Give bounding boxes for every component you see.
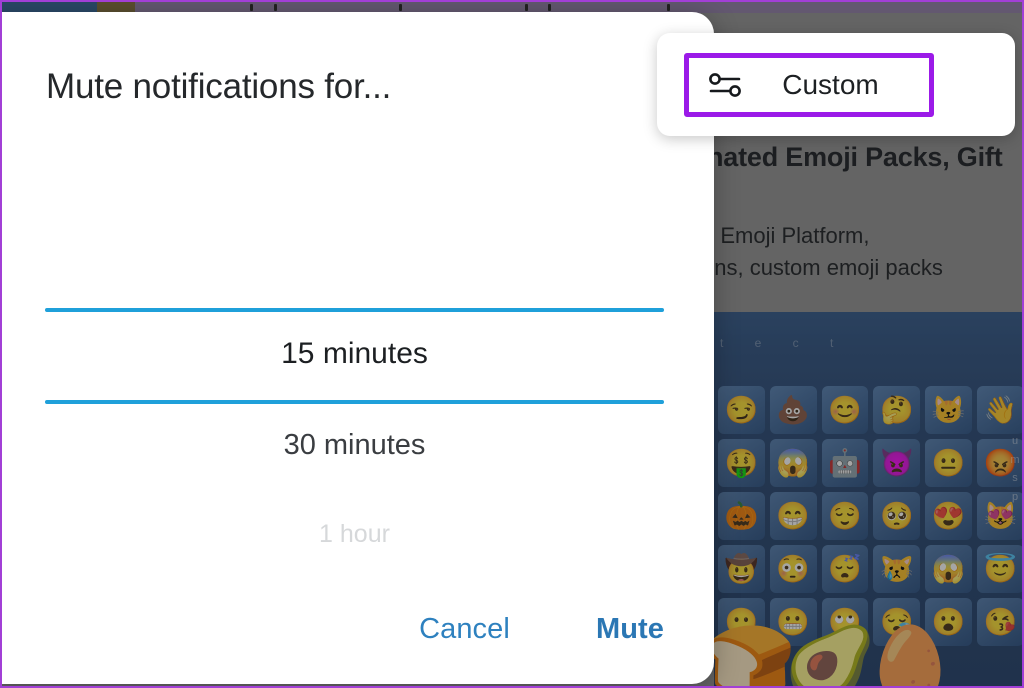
duration-option-selected[interactable]: 15 minutes [45,337,664,371]
dialog-title: Mute notifications for... [46,67,392,106]
mute-button[interactable]: Mute [594,609,666,650]
top-bar-tick [250,4,253,11]
top-bar-tick [399,4,402,11]
article-subtext: n Emoji Platform, ons, custom emoji pack… [702,220,1022,284]
emoji-tile: 😌 [821,492,869,540]
picker-selection-rule-bottom [45,400,664,404]
emoji-tile: 👋 [977,386,1022,434]
duration-option-next[interactable]: 30 minutes [45,429,664,462]
screen: nated Emoji Packs, Gift n Emoji Platform… [0,0,1024,688]
article-subtext-line-2: ons, custom emoji packs [702,254,943,280]
top-bar-tick [667,4,670,11]
promo-side-text: u m s p [1010,435,1020,504]
top-bar-tick [548,4,551,11]
promo-faint-text: t e c t [720,336,848,350]
emoji-tile: 🤠 [718,545,765,593]
emoji-tile: 😼 [925,386,973,434]
emoji-tile: 🤔 [873,386,921,434]
emoji-tile: 🤑 [718,439,765,487]
overflow-popup-menu: Custom [657,33,1015,136]
emoji-tile: 😿 [873,545,921,593]
emoji-tile: 😘 [977,598,1022,646]
menu-item-custom[interactable]: Custom [684,53,934,117]
menu-item-custom-label: Custom [782,69,879,100]
emoji-tile: 👿 [873,439,921,487]
emoji-tile: 😐 [925,439,973,487]
duration-option-faded[interactable]: 1 hour [45,520,664,549]
emoji-tile: 🥺 [873,492,921,540]
top-bar-tick [274,4,277,11]
emoji-tile: 😍 [925,492,973,540]
promo-mascot-characters: 🍞🥑🥚 [714,623,956,687]
tune-icon [709,73,741,97]
emoji-tile: 😇 [977,545,1022,593]
emoji-tile: 😴 [821,545,869,593]
emoji-tile: 🤖 [821,439,869,487]
article-subtext-line-1: n Emoji Platform, [702,223,870,248]
picker-selection-rule-top [45,308,664,312]
emoji-tile: 🎃 [718,492,765,540]
emoji-tile: 😱 [769,439,817,487]
emoji-tile: 💩 [769,386,817,434]
emoji-tile: 😏 [718,386,765,434]
mute-notifications-dialog: Mute notifications for... 15 minutes 30 … [2,12,714,684]
emoji-tile: 😳 [769,545,817,593]
article-headline: nated Emoji Packs, Gift [707,142,1003,172]
emoji-tile: 😁 [769,492,817,540]
emoji-promo-image: t e c t 😏 💩 😊 🤔 😼 👋 🤑 😱 🤖 👿 😐 😡 🎃 😁 😌 🥺 😍 😻 🤠 😳 😴 😿 😱 😇 😶 😬 🙄 😪 😮 😘 u… [714,312,1022,686]
emoji-tile: 😊 [821,386,869,434]
dialog-action-bar: Cancel Mute [417,609,666,650]
emoji-tile-grid: 😏 💩 😊 🤔 😼 👋 🤑 😱 🤖 👿 😐 😡 🎃 😁 😌 🥺 😍 😻 🤠 😳 😴 😿 😱 😇 😶 😬 🙄 😪 😮 😘 [718,386,1022,646]
emoji-tile: 😱 [925,545,973,593]
duration-picker[interactable]: 15 minutes 30 minutes 1 hour [2,262,714,572]
top-bar-tick [525,4,528,11]
cancel-button[interactable]: Cancel [417,609,512,650]
